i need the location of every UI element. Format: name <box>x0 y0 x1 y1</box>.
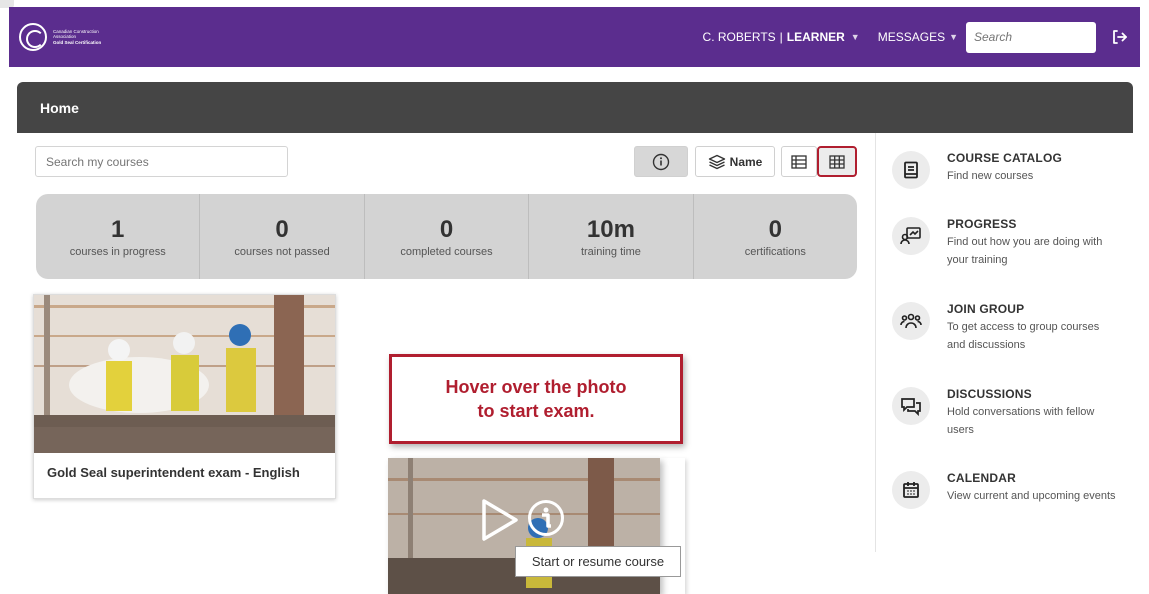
sidebar-item-text: DISCUSSIONS Hold conversations with fell… <box>947 387 1117 439</box>
user-separator: | <box>779 30 783 44</box>
sidebar-item-join-group[interactable]: JOIN GROUP To get access to group course… <box>892 302 1117 354</box>
stat-certifications: 0 certifications <box>694 194 857 279</box>
course-photo[interactable] <box>34 295 335 453</box>
top-right-controls: C. ROBERTS | LEARNER ▼ MESSAGES ▼ <box>703 21 1140 53</box>
stat-value: 0 <box>768 215 782 243</box>
sidebar-item-course-catalog[interactable]: COURSE CATALOG Find new courses <box>892 151 1117 189</box>
user-role: LEARNER <box>786 30 845 44</box>
sidebar-item-discussions[interactable]: DISCUSSIONS Hold conversations with fell… <box>892 387 1117 439</box>
stat-label: training time <box>580 245 641 258</box>
global-search-input[interactable] <box>966 21 1096 53</box>
quick-links-sidebar: COURSE CATALOG Find new courses PROGRESS… <box>875 133 1133 552</box>
construction-workers-image <box>34 295 335 453</box>
sidebar-item-desc: Hold conversations with fellow users <box>947 406 1095 436</box>
stat-label: certifications <box>744 245 806 258</box>
grid-view-button[interactable] <box>817 146 857 177</box>
list-view-button[interactable] <box>781 146 817 177</box>
stat-courses-in-progress: 1 courses in progress <box>36 194 201 279</box>
page-title: Home <box>17 82 1133 133</box>
instruction-callout: Hover over the photo to start exam. <box>389 354 683 444</box>
sort-label: Name <box>729 154 763 169</box>
callout-line-2: to start exam. <box>477 401 595 421</box>
info-toggle-button[interactable] <box>634 146 688 177</box>
sidebar-item-text: CALENDAR View current and upcoming event… <box>947 471 1117 509</box>
book-icon <box>892 151 930 189</box>
top-navigation-bar: Canadian Construction Association Gold S… <box>9 7 1140 67</box>
stat-value: 1 <box>111 215 125 243</box>
logo-text: Canadian Construction Association Gold S… <box>53 29 123 46</box>
sort-by-name-button[interactable]: Name <box>695 146 775 177</box>
logout-icon[interactable] <box>1110 28 1128 46</box>
logo-line-3: Gold Seal Certification <box>53 39 102 45</box>
play-icon[interactable] <box>480 498 520 542</box>
user-menu[interactable]: C. ROBERTS | LEARNER ▼ <box>703 30 860 44</box>
messages-menu[interactable]: MESSAGES ▼ <box>878 30 958 44</box>
sidebar-item-desc: View current and upcoming events <box>947 490 1116 502</box>
sidebar-item-desc: To get access to group courses and discu… <box>947 321 1100 351</box>
stat-training-time: 10m training time <box>529 194 694 279</box>
sidebar-item-title: JOIN GROUP <box>947 302 1025 316</box>
sidebar-item-progress[interactable]: PROGRESS Find out how you are doing with… <box>892 217 1117 269</box>
search-my-courses-input[interactable] <box>35 146 288 177</box>
stat-label: completed courses <box>400 245 493 258</box>
stat-value: 10m <box>586 215 635 243</box>
chevron-down-icon: ▼ <box>949 32 958 42</box>
info-icon <box>652 153 670 170</box>
sidebar-item-title: DISCUSSIONS <box>947 387 1032 401</box>
course-card[interactable]: Gold Seal superintendent exam - English <box>33 294 336 499</box>
sidebar-item-text: PROGRESS Find out how you are doing with… <box>947 217 1117 269</box>
stat-courses-not-passed: 0 courses not passed <box>200 194 365 279</box>
stat-label: courses not passed <box>234 245 330 258</box>
start-resume-tooltip: Start or resume course <box>515 546 681 577</box>
stats-summary: 1 courses in progress 0 courses not pass… <box>36 194 857 279</box>
stat-value: 0 <box>275 215 289 243</box>
chat-icon <box>892 387 930 425</box>
sidebar-item-title: CALENDAR <box>947 471 1016 485</box>
sidebar-item-title: COURSE CATALOG <box>947 151 1063 165</box>
group-icon <box>892 302 930 340</box>
sidebar-item-desc: Find out how you are doing with your tra… <box>947 236 1103 266</box>
stat-value: 0 <box>439 215 454 243</box>
course-info-icon[interactable] <box>527 499 565 537</box>
sidebar-item-desc: Find new courses <box>947 170 1034 182</box>
list-view-icon <box>791 154 807 169</box>
sidebar-item-calendar[interactable]: CALENDAR View current and upcoming event… <box>892 471 1117 509</box>
course-title[interactable]: Gold Seal superintendent exam - English <box>34 453 335 492</box>
user-name: C. ROBERTS <box>702 30 776 44</box>
brand-logo[interactable]: Canadian Construction Association Gold S… <box>19 23 123 51</box>
messages-label: MESSAGES <box>877 30 946 44</box>
layers-icon <box>708 154 725 169</box>
progress-icon <box>892 217 930 255</box>
callout-line-1: Hover over the photo <box>445 377 627 397</box>
sidebar-item-text: COURSE CATALOG Find new courses <box>947 151 1117 189</box>
grid-view-icon <box>829 154 845 169</box>
logo-mark-icon <box>19 23 47 51</box>
sidebar-item-title: PROGRESS <box>947 217 1017 231</box>
chevron-down-icon: ▼ <box>850 32 860 42</box>
stat-label: courses in progress <box>69 245 166 258</box>
stat-completed-courses: 0 completed courses <box>365 194 530 279</box>
calendar-icon <box>892 471 930 509</box>
sidebar-item-text: JOIN GROUP To get access to group course… <box>947 302 1117 354</box>
page: Canadian Construction Association Gold S… <box>0 0 1149 594</box>
